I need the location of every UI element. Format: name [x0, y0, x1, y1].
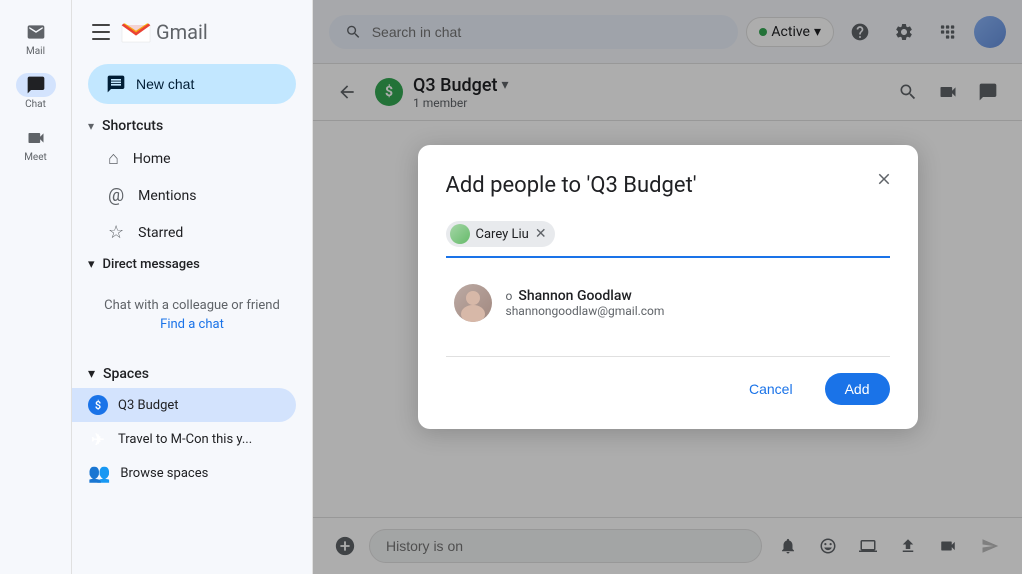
meet-icon — [16, 126, 56, 150]
suggestion-avatar — [454, 284, 492, 322]
chip-close-button[interactable]: ✕ — [535, 227, 547, 241]
people-search-input[interactable] — [559, 226, 890, 242]
new-chat-label: New chat — [136, 76, 194, 92]
spaces-chevron: ▾ — [88, 366, 95, 382]
gmail-text: Gmail — [156, 20, 208, 44]
add-button[interactable]: Add — [825, 373, 890, 405]
sidebar-item-mail[interactable]: Mail — [0, 12, 71, 65]
cancel-button[interactable]: Cancel — [729, 373, 813, 405]
shortcuts-header[interactable]: ▾ Shortcuts — [72, 112, 312, 140]
carey-liu-chip: Carey Liu ✕ — [446, 221, 555, 247]
home-icon: ⌂ — [108, 148, 119, 169]
direct-messages-header[interactable]: ▾ Direct messages — [72, 251, 312, 278]
dialog-footer: Cancel Add — [446, 356, 890, 405]
left-icon-bar: Mail Chat Meet — [0, 0, 72, 574]
people-input-area[interactable]: Carey Liu ✕ — [446, 218, 890, 258]
travel-name: Travel to M-Con this y... — [118, 432, 252, 447]
direct-messages-chevron: ▾ — [88, 257, 95, 272]
home-label: Home — [133, 151, 171, 167]
sidebar-item-chat[interactable]: Chat — [0, 65, 71, 118]
chat-invite-area: Chat with a colleague or friend Find a c… — [72, 278, 312, 352]
mentions-label: Mentions — [138, 188, 196, 204]
chat-invite-text: Chat with a colleague or friend — [88, 298, 296, 313]
spaces-header[interactable]: ▾ Spaces — [72, 360, 312, 388]
chat-icon — [16, 73, 56, 97]
suggestion-name: Shannon Goodlaw — [518, 288, 631, 304]
sidebar-top: Gmail — [72, 8, 312, 56]
mail-icon — [16, 20, 56, 44]
new-chat-button[interactable]: New chat — [88, 64, 296, 104]
hamburger-menu-button[interactable] — [88, 20, 112, 44]
spaces-label-text: Spaces — [103, 366, 149, 382]
chip-name: Carey Liu — [476, 227, 529, 242]
direct-messages-label: Direct messages — [103, 257, 200, 272]
nav-item-mentions[interactable]: @ Mentions — [72, 177, 296, 214]
shortcuts-label: Shortcuts — [102, 118, 163, 134]
browse-spaces-label: Browse spaces — [120, 466, 208, 481]
chip-avatar — [450, 224, 470, 244]
spaces-section: ▾ Spaces $ Q3 Budget ✈ Travel to M-Con t… — [72, 352, 312, 499]
nav-item-home[interactable]: ⌂ Home — [72, 140, 296, 177]
starred-label: Starred — [138, 225, 183, 241]
q3budget-name: Q3 Budget — [118, 398, 179, 413]
modal-overlay: Add people to 'Q3 Budget' Carey Liu ✕ — [313, 0, 1022, 574]
close-icon — [875, 170, 893, 188]
at-icon: @ — [108, 185, 124, 206]
dialog-close-button[interactable] — [866, 161, 902, 197]
dialog-title: Add people to 'Q3 Budget' — [446, 173, 890, 198]
suggestion-info: o Shannon Goodlaw shannongoodlaw@gmail.c… — [506, 288, 665, 318]
mail-label: Mail — [26, 46, 45, 57]
chat-label: Chat — [25, 99, 46, 110]
star-icon: ☆ — [108, 222, 124, 243]
travel-icon: ✈ — [88, 429, 108, 449]
nav-item-starred[interactable]: ☆ Starred — [72, 214, 296, 251]
gmail-logo: Gmail — [120, 16, 208, 48]
suggestion-status: o — [506, 289, 513, 303]
find-chat-link[interactable]: Find a chat — [88, 317, 296, 332]
sidebar: Gmail New chat ▾ Shortcuts ⌂ Home @ Ment… — [72, 0, 312, 574]
q3budget-icon: $ — [88, 395, 108, 415]
suggestion-email: shannongoodlaw@gmail.com — [506, 304, 665, 318]
space-item-travel[interactable]: ✈ Travel to M-Con this y... — [72, 422, 296, 456]
sidebar-item-meet[interactable]: Meet — [0, 118, 71, 171]
main-area: Active ▾ — [312, 0, 1022, 574]
meet-label: Meet — [24, 152, 47, 163]
add-people-dialog: Add people to 'Q3 Budget' Carey Liu ✕ — [418, 145, 918, 429]
shortcuts-chevron: ▾ — [88, 119, 94, 133]
suggestion-item-shannon[interactable]: o Shannon Goodlaw shannongoodlaw@gmail.c… — [446, 274, 890, 332]
browse-spaces-item[interactable]: 👥 Browse spaces — [72, 456, 312, 491]
browse-spaces-icon: 👥 — [88, 463, 110, 484]
space-item-q3budget[interactable]: $ Q3 Budget — [72, 388, 296, 422]
